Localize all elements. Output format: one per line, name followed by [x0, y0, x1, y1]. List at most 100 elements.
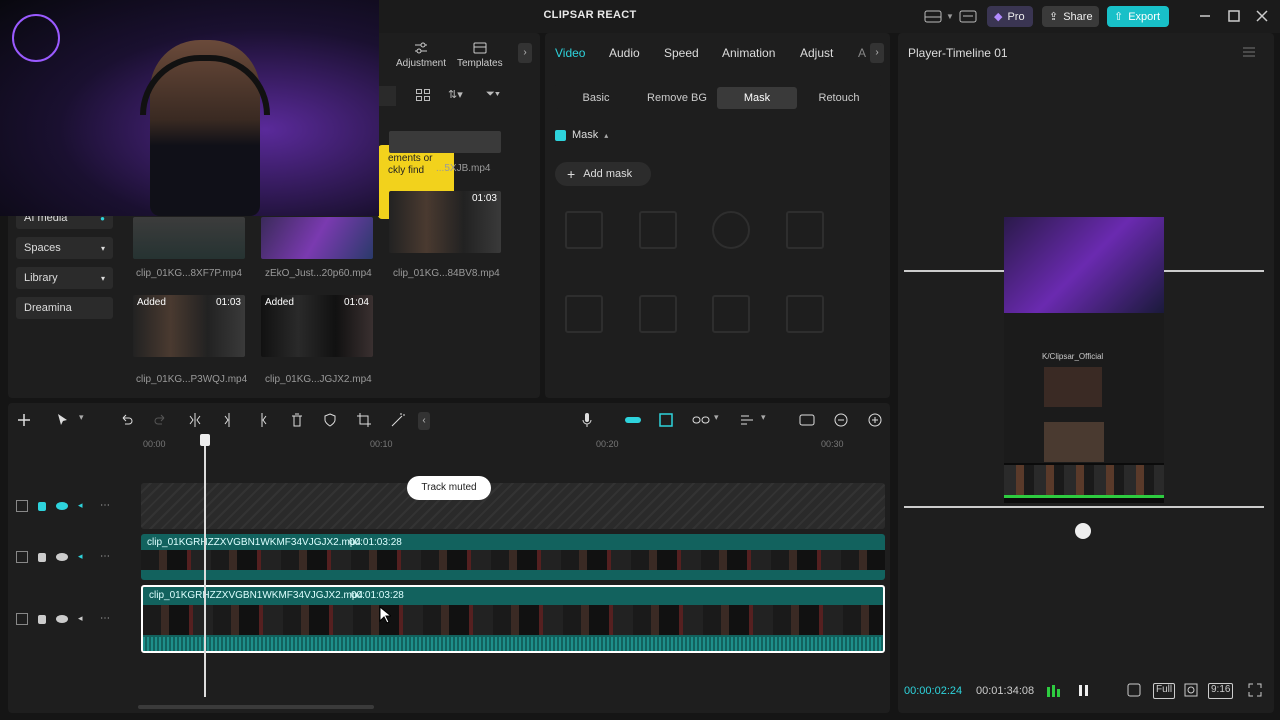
tab-animation[interactable]: Animation	[722, 46, 775, 60]
timeline-clip-selected[interactable]: clip_01KGRHZZXVGBN1WKMF34VJGJX2.mp4 00:0…	[141, 585, 885, 653]
video-preview[interactable]: K/Clipsar_Official	[1004, 217, 1164, 503]
playhead[interactable]	[204, 435, 206, 697]
split-left-icon[interactable]	[221, 412, 237, 428]
mask-heart-icon[interactable]	[639, 295, 677, 333]
media-clip-thumbnail[interactable]: Added 01:03	[133, 295, 245, 357]
pause-icon[interactable]	[1076, 683, 1090, 699]
microphone-icon[interactable]	[579, 412, 595, 428]
tab-partial[interactable]: A	[858, 46, 866, 60]
sort-icon[interactable]: ⇅▾	[448, 88, 463, 101]
share-button[interactable]: ⇪ Share	[1042, 6, 1099, 27]
chevron-down-icon[interactable]: ▼	[946, 12, 954, 21]
eye-icon[interactable]	[56, 615, 68, 623]
mask-split-icon[interactable]	[565, 211, 603, 249]
sidebar-item-dreamina[interactable]: Dreamina	[16, 297, 113, 319]
zoom-out-icon[interactable]	[833, 412, 849, 428]
eye-icon[interactable]	[56, 502, 68, 510]
tiktok-icon[interactable]	[1127, 683, 1141, 699]
eye-icon[interactable]	[56, 553, 68, 561]
chevron-down-icon[interactable]: ▾	[761, 412, 777, 428]
shield-icon[interactable]	[322, 412, 338, 428]
delete-icon[interactable]	[289, 412, 305, 428]
chevron-right-icon[interactable]: ›	[870, 43, 884, 63]
ratio-button[interactable]: 9:16	[1208, 683, 1234, 699]
redo-icon[interactable]	[152, 412, 168, 428]
toolbar-adjustment[interactable]: Adjustment	[396, 41, 446, 69]
crop-icon[interactable]	[356, 412, 372, 428]
tab-video[interactable]: Video	[555, 46, 585, 60]
audio-icon[interactable]: ◂	[78, 551, 90, 563]
search-input[interactable]	[378, 86, 396, 106]
magic-icon[interactable]	[390, 412, 406, 428]
subtab-remove-bg[interactable]: Remove BG	[637, 87, 717, 109]
media-clip-thumbnail[interactable]	[261, 217, 373, 259]
media-clip-thumbnail[interactable]: Added 01:04	[261, 295, 373, 357]
more-icon[interactable]: ⋯	[100, 551, 112, 563]
subtab-mask[interactable]: Mask	[717, 87, 797, 109]
zoom-in-icon[interactable]	[867, 412, 883, 428]
timeline-scrollbar[interactable]	[138, 705, 374, 709]
lock-icon[interactable]	[38, 552, 46, 562]
magnet-icon[interactable]	[624, 412, 641, 428]
sidebar-item-library[interactable]: Library ▾	[16, 267, 113, 289]
full-button[interactable]: Full	[1153, 683, 1176, 699]
align-icon[interactable]	[739, 412, 755, 428]
filter-icon[interactable]: ⏷▾	[486, 88, 500, 101]
preview-axis-icon[interactable]	[799, 412, 815, 428]
chevron-left-icon[interactable]: ‹	[418, 412, 430, 430]
split-right-icon[interactable]	[254, 412, 270, 428]
grid-view-icon[interactable]	[416, 89, 430, 101]
toolbar-templates[interactable]: Templates	[457, 41, 503, 69]
split-icon[interactable]	[187, 412, 203, 428]
link-icon[interactable]	[692, 412, 710, 428]
more-icon[interactable]: ⋯	[100, 613, 112, 625]
tab-audio[interactable]: Audio	[609, 46, 640, 60]
subtab-basic[interactable]: Basic	[555, 87, 637, 109]
track-icon[interactable]	[16, 613, 28, 625]
mask-star-icon[interactable]	[565, 295, 603, 333]
undo-icon[interactable]	[119, 412, 135, 428]
lock-icon[interactable]	[38, 614, 46, 624]
mask-circle-icon[interactable]	[712, 211, 750, 249]
close-icon[interactable]	[1254, 8, 1270, 24]
keyboard-icon[interactable]	[959, 10, 977, 23]
chevron-right-icon[interactable]: ›	[518, 43, 532, 63]
tab-adjust[interactable]: Adjust	[800, 46, 833, 60]
lock-icon[interactable]	[38, 501, 46, 511]
maximize-icon[interactable]	[1226, 8, 1242, 24]
chevron-down-icon[interactable]: ▾	[714, 412, 730, 428]
mask-rectangle-icon[interactable]	[786, 211, 824, 249]
select-tool-icon[interactable]	[55, 412, 71, 428]
fullscreen-icon[interactable]	[1248, 683, 1262, 699]
minimize-icon[interactable]	[1197, 8, 1213, 24]
rotate-icon[interactable]	[1075, 523, 1091, 539]
mask-pen-icon[interactable]	[786, 295, 824, 333]
media-clip-thumbnail[interactable]	[133, 217, 245, 259]
more-icon[interactable]: ⋯	[100, 500, 112, 512]
track-icon[interactable]	[16, 551, 28, 563]
media-clip-thumbnail[interactable]: 01:03	[389, 191, 501, 253]
mask-toggle-row[interactable]: Mask ▴	[555, 129, 608, 141]
timeline-clip[interactable]: clip_01KGRHZZXVGBN1WKMF34VJGJX2.mp4 00:0…	[141, 534, 885, 580]
sidebar-item-spaces[interactable]: Spaces ▾	[16, 237, 113, 259]
speaker-icon[interactable]: ◂	[78, 613, 90, 625]
export-button[interactable]: ⇧ Export	[1107, 6, 1169, 27]
muted-track[interactable]	[141, 483, 885, 529]
chevron-down-icon[interactable]: ▾	[79, 412, 95, 428]
pro-button[interactable]: ◆ Pro	[987, 6, 1033, 27]
screenshot-icon[interactable]	[1184, 683, 1198, 699]
media-clip-thumbnail[interactable]	[389, 131, 501, 153]
tab-speed[interactable]: Speed	[664, 46, 699, 60]
audio-icon[interactable]: ◂	[78, 500, 90, 512]
playhead-handle[interactable]	[200, 434, 210, 446]
checkbox-icon[interactable]	[555, 129, 566, 141]
subtab-retouch[interactable]: Retouch	[797, 87, 881, 109]
add-track-icon[interactable]	[16, 412, 32, 428]
track-icon[interactable]	[16, 500, 28, 512]
auto-snap-icon[interactable]	[658, 412, 674, 428]
menu-icon[interactable]	[1243, 47, 1255, 57]
add-mask-button[interactable]: + Add mask	[555, 162, 651, 186]
layout-icon[interactable]	[924, 10, 942, 23]
mask-filmstrip-icon[interactable]	[639, 211, 677, 249]
mask-text-icon[interactable]	[712, 295, 750, 333]
